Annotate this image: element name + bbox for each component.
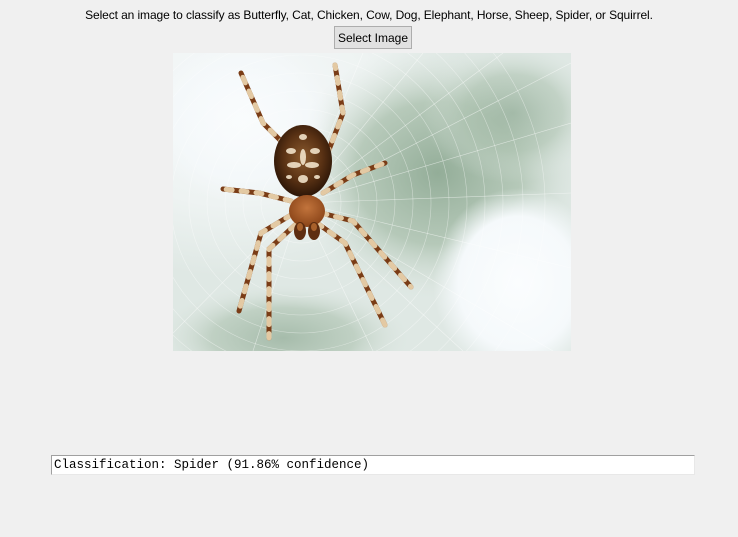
selected-image	[173, 53, 571, 351]
app-window: Select an image to classify as Butterfly…	[0, 0, 738, 537]
select-image-button[interactable]: Select Image	[334, 26, 412, 49]
instructions-label: Select an image to classify as Butterfly…	[85, 8, 653, 22]
spider-photo	[173, 53, 571, 351]
classification-result: Classification: Spider (91.86% confidenc…	[51, 455, 695, 475]
